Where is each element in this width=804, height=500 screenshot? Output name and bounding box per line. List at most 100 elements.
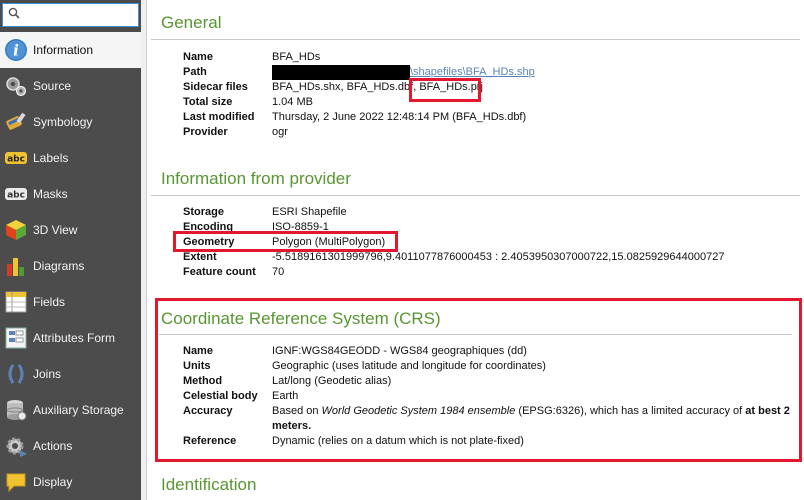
field-value: BFA_HDs: [272, 51, 321, 63]
layer-properties-window: i Information Source Symbology abc Label…: [0, 0, 804, 500]
sidebar-item-actions[interactable]: Actions: [0, 428, 141, 464]
field-label: Name: [183, 345, 213, 357]
field-value: 70: [272, 266, 285, 278]
table-row: Extent -5.5189161301999796,9.401107787600…: [183, 250, 724, 265]
search-icon: [8, 7, 20, 19]
sidebar-item-display[interactable]: Display: [0, 464, 141, 500]
section-divider: [151, 195, 800, 196]
field-value: IGNF:WGS84GEODD - WGS84 geographiques (d…: [272, 345, 527, 357]
information-panel: General Name BFA_HDs Path \shapefiles\BFA_…: [146, 0, 804, 500]
masks-icon: abc: [4, 182, 28, 206]
sidebar-item-label: Symbology: [33, 115, 93, 129]
geometry-highlight-box: [173, 231, 398, 252]
svg-text:i: i: [13, 42, 19, 60]
table-row: Accuracy Based on World Geodetic System 1…: [183, 404, 790, 419]
section-divider: [151, 39, 800, 40]
table-row: Last modified Thursday, 2 June 2022 12:48…: [183, 110, 535, 125]
field-label: Name: [183, 51, 213, 63]
field-value: 1.04 MB: [272, 96, 313, 108]
general-table: Name BFA_HDs Path \shapefiles\BFA_HDs.shp …: [183, 50, 535, 140]
field-value: -5.5189161301999796,9.4011077876000453 :…: [272, 251, 725, 263]
sidebar-item-3d-view[interactable]: 3D View: [0, 212, 141, 248]
sidebar-item-label: Display: [33, 475, 73, 489]
field-label: Path: [183, 66, 207, 78]
section-divider: [159, 334, 792, 335]
fields-icon: [4, 290, 28, 314]
sidebar-nav: i Information Source Symbology abc Label…: [0, 32, 141, 500]
sidebar-item-auxiliary-storage[interactable]: Auxiliary Storage: [0, 392, 141, 428]
sidebar-item-joins[interactable]: Joins: [0, 356, 141, 392]
svg-text:abc: abc: [7, 155, 25, 165]
sidebar-item-label: Masks: [33, 187, 68, 201]
prj-highlight-box: [409, 78, 481, 102]
svg-text:abc: abc: [7, 191, 25, 201]
sidebar-item-fields[interactable]: Fields: [0, 284, 141, 320]
display-icon: [4, 470, 28, 494]
sidebar-item-source[interactable]: Source: [0, 68, 141, 104]
labels-icon: abc: [4, 146, 28, 170]
accuracy-text: (EPSG:6326), which has a limited accurac…: [515, 405, 746, 417]
table-row: meters.: [183, 419, 790, 434]
accuracy-datum-name: World Geodetic System 1984 ensemble: [321, 405, 516, 417]
field-label: Method: [183, 375, 223, 387]
sidebar-item-label: 3D View: [33, 223, 78, 237]
3d-view-icon: [4, 218, 28, 242]
sidebar-item-masks[interactable]: abc Masks: [0, 176, 141, 212]
attributes-form-icon: [4, 326, 28, 350]
sidebar-item-label: Attributes Form: [33, 331, 116, 345]
source-icon: [4, 74, 28, 98]
field-value: Geographic (uses latitude and longitude …: [272, 360, 546, 372]
sidebar-item-label: Source: [33, 79, 72, 93]
sidebar-item-label: Diagrams: [33, 259, 85, 273]
table-row: Method Lat/long (Geodetic alias): [183, 374, 790, 389]
field-label: Last modified: [183, 111, 255, 123]
table-row: Storage ESRI Shapefile: [183, 205, 724, 220]
table-row: Sidecar files BFA_HDs.shx, BFA_HDs.dbf, B…: [183, 80, 535, 95]
table-row: Name BFA_HDs: [183, 50, 535, 65]
search-input[interactable]: [2, 3, 139, 27]
sidebar-item-label: Information: [33, 43, 94, 57]
field-label: Storage: [183, 206, 224, 218]
field-value: Lat/long (Geodetic alias): [272, 375, 392, 387]
table-row: Feature count 70: [183, 265, 724, 280]
field-label: Sidecar files: [183, 81, 248, 93]
accuracy-text: Based on: [272, 405, 322, 417]
sidebar-item-label: Auxiliary Storage: [33, 403, 124, 417]
info-icon: i: [4, 38, 28, 62]
sidebar: i Information Source Symbology abc Label…: [0, 0, 141, 500]
field-value: Earth: [272, 390, 299, 402]
field-value: ESRI Shapefile: [272, 206, 347, 218]
identification-section-title: Identification: [161, 475, 257, 494]
sidebar-item-label: Labels: [33, 151, 69, 165]
field-value: BFA_HDs.shx, BFA_HDs.dbf,: [272, 81, 417, 93]
field-value: Thursday, 2 June 2022 12:48:14 PM (BFA_H…: [272, 111, 527, 123]
accuracy-limit-unit: meters.: [272, 420, 312, 432]
sidebar-item-attributes-form[interactable]: Attributes Form: [0, 320, 141, 356]
general-section-title: General: [161, 13, 222, 32]
table-row: Reference Dynamic (relies on a datum whic…: [183, 434, 790, 449]
sidebar-item-diagrams[interactable]: Diagrams: [0, 248, 141, 284]
table-row: Path \shapefiles\BFA_HDs.shp: [183, 65, 535, 80]
actions-icon: [4, 434, 28, 458]
crs-section-title: Coordinate Reference System (CRS): [161, 309, 441, 328]
field-value: ogr: [272, 126, 288, 138]
field-label: Reference: [183, 435, 237, 447]
auxiliary-storage-icon: [4, 398, 28, 422]
field-label: Accuracy: [183, 405, 233, 417]
sidebar-item-labels[interactable]: abc Labels: [0, 140, 141, 176]
sidebar-item-symbology[interactable]: Symbology: [0, 104, 141, 140]
joins-icon: [4, 362, 28, 386]
table-row: Provider ogr: [183, 125, 535, 140]
path-link[interactable]: \shapefiles\BFA_HDs.shp: [410, 66, 535, 78]
table-row: Total size 1.04 MB: [183, 95, 535, 110]
table-row: Units Geographic (uses latitude and longi…: [183, 359, 790, 374]
field-label: Celestial body: [183, 390, 258, 402]
sidebar-item-information[interactable]: i Information: [0, 32, 141, 68]
sidebar-item-label: Fields: [33, 295, 66, 309]
field-value: Dynamic (relies on a datum which is not …: [272, 435, 524, 447]
table-row: Celestial body Earth: [183, 389, 790, 404]
field-label: Extent: [183, 251, 217, 263]
symbology-icon: [4, 110, 28, 134]
sidebar-item-label: Joins: [33, 367, 62, 381]
table-row: Name IGNF:WGS84GEODD - WGS84 geographique…: [183, 344, 790, 359]
